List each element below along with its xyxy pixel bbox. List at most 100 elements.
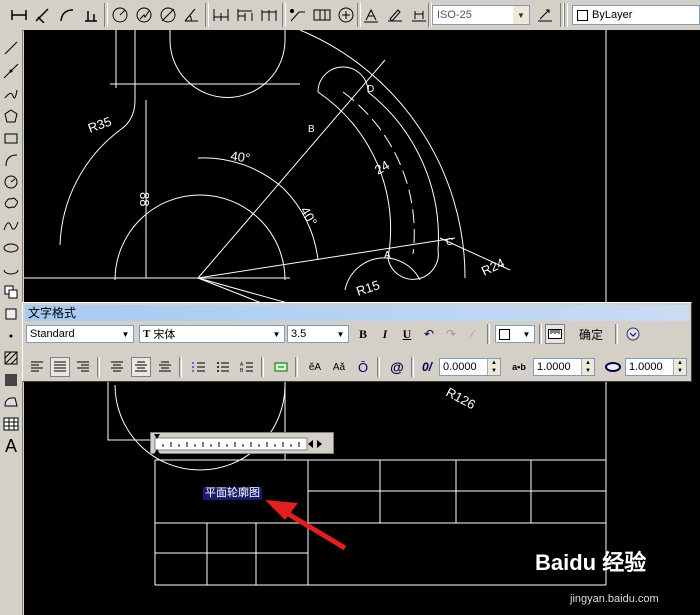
align-middle-icon[interactable] [131, 357, 151, 377]
uppercase-icon[interactable]: ěA [305, 357, 325, 377]
align-right-icon[interactable] [73, 357, 93, 377]
width-factor-input[interactable]: 1.0000 ▲ ▼ [625, 358, 687, 376]
aligned-dim-icon[interactable] [32, 4, 54, 26]
text-style-select[interactable]: Standard ▼ [26, 325, 134, 343]
font-select[interactable]: T 宋体 ▼ [139, 325, 285, 343]
watermark-url: jingyan.baidu.com [570, 593, 659, 605]
truetype-icon: T [143, 328, 151, 340]
dim-edit-icon[interactable] [360, 4, 382, 26]
text-height-select[interactable]: 3.5 ▼ [287, 325, 349, 343]
spinner-icon[interactable]: ▲ ▼ [487, 359, 500, 375]
dim-style-manager-icon[interactable] [534, 4, 556, 26]
spinner-icon[interactable]: ▲ ▼ [673, 359, 686, 375]
lowercase-icon[interactable]: Aă [329, 357, 349, 377]
tolerance-icon[interactable] [311, 4, 333, 26]
polygon-icon[interactable] [0, 106, 22, 126]
ellipse-icon[interactable] [0, 238, 22, 258]
ellipse-arc-icon[interactable] [0, 260, 22, 280]
spinner-icon[interactable]: ▲ ▼ [581, 359, 594, 375]
gradient-icon[interactable] [0, 370, 22, 390]
circle-icon[interactable] [0, 172, 22, 192]
justify-icon[interactable] [50, 357, 70, 377]
underline-button[interactable]: U [397, 324, 417, 344]
make-block-icon[interactable] [0, 304, 22, 324]
label-r35: R35 [86, 114, 114, 136]
bullet-list-icon[interactable] [213, 357, 233, 377]
dim-style-select[interactable]: ISO-25 ▼ [432, 5, 530, 25]
redo-icon[interactable]: ↷ [441, 324, 461, 344]
ruler-toggle-icon[interactable] [545, 324, 565, 344]
text-color-select[interactable]: ▼ [495, 325, 535, 343]
region-icon[interactable] [0, 392, 22, 412]
construction-line-icon[interactable] [0, 61, 22, 81]
ordinate-dim-icon[interactable] [80, 4, 102, 26]
dimension-toolbar: ISO-25 ▼ ByLayer [0, 0, 700, 31]
panel-title: 文字格式 [25, 305, 689, 321]
label-angle-2: 40° [297, 204, 320, 229]
arc-length-icon[interactable] [56, 4, 78, 26]
jogged-icon[interactable] [133, 4, 155, 26]
oblique-angle-icon[interactable]: 0/ [417, 357, 437, 377]
tracking-icon[interactable]: a•b [509, 357, 529, 377]
baseline-dim-icon[interactable] [234, 4, 256, 26]
layer-value: ByLayer [592, 9, 633, 21]
mtext-editing-text[interactable]: 平面轮廓图 [203, 487, 262, 500]
rectangle-icon[interactable] [0, 128, 22, 148]
text-height-value: 3.5 [291, 328, 307, 340]
point-icon[interactable] [0, 326, 22, 346]
diameter-icon[interactable] [157, 4, 179, 26]
align-top-icon[interactable] [107, 357, 127, 377]
spline-icon[interactable] [0, 216, 22, 236]
symbol-icon[interactable]: @ [387, 357, 407, 377]
chevron-down-icon: ▼ [272, 329, 281, 339]
mtext-icon[interactable]: A [0, 436, 22, 456]
label-24: 24 [372, 157, 392, 177]
watermark-logo: Baidu 经验 [535, 550, 647, 575]
ok-button[interactable]: 确定 [573, 324, 609, 344]
chevron-down-icon: ▼ [522, 329, 531, 339]
font-value: 宋体 [153, 329, 176, 341]
center-mark-icon[interactable] [335, 4, 357, 26]
tracking-input[interactable]: 1.0000 ▲ ▼ [533, 358, 595, 376]
options-icon[interactable] [623, 324, 643, 344]
label-r126: R126 [444, 384, 478, 412]
dim-style-value: ISO-25 [437, 9, 472, 21]
undo-icon[interactable]: ↶ [419, 324, 439, 344]
quick-dim-icon[interactable] [210, 4, 232, 26]
table-icon[interactable] [0, 414, 22, 434]
mtext-ruler[interactable] [150, 432, 334, 454]
continue-dim-icon[interactable] [258, 4, 280, 26]
align-left-icon[interactable] [27, 357, 47, 377]
insert-field-icon[interactable] [271, 357, 291, 377]
label-r24: R24 [479, 255, 507, 279]
radius-icon[interactable] [109, 4, 131, 26]
oblique-angle-value: 0.0000 [443, 361, 477, 373]
revision-cloud-icon[interactable] [0, 194, 22, 214]
italic-button[interactable]: I [375, 324, 395, 344]
width-factor-icon[interactable] [603, 357, 623, 377]
dim-text-edit-icon[interactable] [384, 4, 406, 26]
angular-dim-icon[interactable] [181, 4, 203, 26]
arc-icon[interactable] [0, 150, 22, 170]
bold-button[interactable]: B [353, 324, 373, 344]
label-point-a: A [384, 250, 391, 261]
insert-block-icon[interactable] [0, 282, 22, 302]
color-swatch [499, 328, 510, 340]
chevron-down-icon: ▼ [513, 6, 529, 24]
layer-color-select[interactable]: ByLayer [572, 5, 700, 25]
hatch-icon[interactable] [0, 348, 22, 368]
polyline-icon[interactable] [0, 84, 22, 104]
label-point-b: B [308, 124, 315, 135]
overline-icon[interactable]: Ō [353, 357, 373, 377]
label-point-d: D [367, 84, 374, 95]
oblique-angle-input[interactable]: 0.0000 ▲ ▼ [439, 358, 501, 376]
dim-update-icon[interactable] [408, 4, 430, 26]
align-bottom-icon[interactable] [155, 357, 175, 377]
numbered-list-icon[interactable] [189, 357, 209, 377]
quick-leader-icon[interactable] [287, 4, 309, 26]
linear-dim-icon[interactable] [8, 4, 30, 26]
color-swatch [577, 9, 588, 21]
stack-icon[interactable]: ⁄ [463, 324, 483, 344]
line-icon[interactable] [0, 38, 22, 58]
letter-list-icon[interactable]: AB [237, 357, 257, 377]
